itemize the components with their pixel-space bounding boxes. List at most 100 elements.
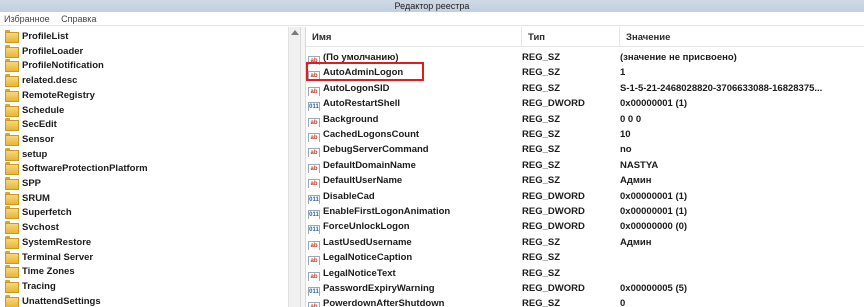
- column-header-value[interactable]: Значение: [620, 27, 864, 47]
- tree-item[interactable]: ProfileList: [4, 29, 68, 43]
- tree-item[interactable]: Time Zones: [4, 264, 75, 279]
- registry-value-row[interactable]: 011 ForceUnlockLogon REG_DWORD 0x00000000 (…: [306, 219, 864, 235]
- registry-value-row[interactable]: ab LegalNoticeCaption REG_SZ: [306, 250, 864, 266]
- registry-value-row[interactable]: 011 PasswordExpiryWarning REG_DWORD 0x00000…: [306, 281, 864, 296]
- tree-item-label: Sensor: [22, 133, 55, 145]
- registry-value-row[interactable]: ab CachedLogonsCount REG_SZ 10: [306, 127, 864, 142]
- value-name-cell: ab DefaultDomainName: [308, 158, 520, 173]
- value-type-cell: REG_SZ: [522, 267, 561, 279]
- folder-icon: [4, 294, 19, 307]
- dword-value-icon: 011: [308, 225, 320, 235]
- folder-icon: [4, 103, 19, 117]
- tree-item[interactable]: SecEdit: [4, 117, 57, 132]
- value-data-cell: 0x00000005 (5): [620, 283, 688, 294]
- registry-value-row[interactable]: 011 AutoRestartShell REG_DWORD 0x00000001 (…: [306, 96, 864, 112]
- value-name: DefaultUserName: [323, 175, 403, 187]
- value-name: Background: [323, 113, 379, 125]
- tree-item-label: ProfileNotification: [22, 60, 104, 72]
- value-name-cell: ab LegalNoticeCaption: [308, 250, 520, 266]
- tree-item[interactable]: Tracing: [4, 279, 56, 293]
- folder-icon: [4, 250, 19, 264]
- tree-item[interactable]: SoftwareProtectionPlatform: [4, 161, 148, 176]
- folder-icon: [4, 117, 19, 132]
- dword-value-icon: 011: [308, 194, 320, 204]
- folder-icon: [4, 44, 19, 58]
- value-name: DisableCad: [323, 190, 375, 202]
- menu-item-favorites[interactable]: Избранное: [4, 14, 50, 24]
- tree-item[interactable]: Schedule: [4, 103, 64, 117]
- tree-item[interactable]: ProfileNotification: [4, 58, 104, 73]
- window-title: Редактор реестра: [394, 1, 470, 11]
- value-name-cell: ab LegalNoticeText: [308, 266, 520, 281]
- value-data-cell: (значение не присвоено): [620, 52, 737, 63]
- registry-value-row[interactable]: ab LegalNoticeText REG_SZ: [306, 266, 864, 281]
- tree-item[interactable]: SPP: [4, 176, 41, 190]
- value-name-cell: 011 AutoRestartShell: [308, 96, 520, 112]
- tree-item[interactable]: Terminal Server: [4, 250, 93, 264]
- registry-key-tree[interactable]: ProfileList ProfileLoader ProfileNotificat…: [0, 27, 300, 307]
- tree-item[interactable]: SRUM: [4, 191, 50, 205]
- tree-item[interactable]: UnattendSettings: [4, 294, 101, 307]
- registry-value-row[interactable]: 011 EnableFirstLogonAnimation REG_DWORD 0x0…: [306, 204, 864, 219]
- folder-icon: [4, 29, 19, 43]
- value-name: DefaultDomainName: [323, 159, 416, 171]
- value-data-cell: no: [620, 144, 632, 156]
- registry-value-row[interactable]: ab Background REG_SZ 0 0 0: [306, 112, 864, 127]
- registry-value-row[interactable]: ab AutoLogonSID REG_SZ S-1-5-21-2468028820-…: [306, 81, 864, 96]
- value-name: EnableFirstLogonAnimation: [323, 206, 451, 217]
- menu-bar: Избранное Справка: [0, 12, 864, 26]
- tree-item-label: Schedule: [22, 104, 65, 116]
- folder-icon: [4, 161, 19, 176]
- value-data-cell: S-1-5-21-2468028820-3706633088-16828375.…: [620, 82, 823, 94]
- tree-item[interactable]: Superfetch: [4, 205, 72, 220]
- value-data-cell: 0x00000001 (1): [620, 206, 688, 217]
- tree-item[interactable]: Svchost: [4, 220, 59, 235]
- tree-item-label: SecEdit: [22, 119, 57, 131]
- value-type-cell: REG_DWORD: [522, 206, 585, 217]
- folder-icon: [4, 264, 19, 279]
- dword-value-icon: 011: [308, 287, 320, 296]
- registry-value-row[interactable]: ab DefaultUserName REG_SZ Админ: [306, 173, 864, 189]
- scroll-up-arrow-icon[interactable]: [291, 30, 299, 35]
- value-name-cell: 011 PasswordExpiryWarning: [308, 281, 520, 296]
- registry-value-row[interactable]: ab DefaultDomainName REG_SZ NASTYA: [306, 158, 864, 173]
- tree-item[interactable]: setup: [4, 147, 47, 161]
- value-type-cell: REG_SZ: [522, 113, 561, 125]
- tree-item[interactable]: ProfileLoader: [4, 44, 83, 58]
- tree-item-label: SRUM: [22, 192, 50, 204]
- dword-value-icon: 011: [308, 102, 320, 112]
- value-name-cell: ab Background: [308, 112, 520, 127]
- tree-item-label: UnattendSettings: [22, 295, 101, 307]
- menu-item-help[interactable]: Справка: [61, 14, 96, 24]
- value-data-cell: 0x00000000 (0): [620, 221, 688, 233]
- tree-item[interactable]: Sensor: [4, 132, 54, 146]
- tree-scrollbar[interactable]: [288, 27, 300, 307]
- column-header-name[interactable]: Имя: [306, 27, 522, 47]
- value-name: CachedLogonsCount: [323, 129, 420, 140]
- string-value-icon: ab: [308, 117, 320, 127]
- column-header-type[interactable]: Тип: [522, 27, 620, 47]
- value-data-cell: [620, 250, 864, 265]
- registry-value-row[interactable]: 011 DisableCad REG_DWORD 0x00000001 (1): [306, 189, 864, 204]
- value-name: LegalNoticeCaption: [323, 252, 413, 264]
- folder-icon: [4, 220, 19, 235]
- value-name: LastUsedUsername: [323, 236, 412, 248]
- value-name: LegalNoticeText: [323, 267, 396, 279]
- registry-value-row[interactable]: ab DebugServerCommand REG_SZ no: [306, 142, 864, 158]
- tree-item-label: Superfetch: [22, 207, 72, 219]
- value-type-cell: REG_DWORD: [522, 190, 585, 202]
- tree-item-label: SoftwareProtectionPlatform: [22, 163, 148, 175]
- tree-item[interactable]: SystemRestore: [4, 235, 91, 249]
- tree-item-label: Tracing: [22, 280, 56, 292]
- registry-value-row[interactable]: ab LastUsedUsername REG_SZ Админ: [306, 235, 864, 250]
- registry-value-row[interactable]: abPowerdownAfterShutdownREG_SZ0: [306, 296, 864, 307]
- window-titlebar: Редактор реестра: [0, 0, 864, 12]
- value-type-cell: REG_DWORD: [522, 283, 585, 294]
- tree-item[interactable]: RemoteRegistry: [4, 88, 95, 102]
- value-data-cell: 10: [620, 129, 631, 140]
- tree-item-label: Time Zones: [22, 266, 75, 278]
- value-data-cell: Админ: [620, 175, 652, 187]
- tree-item[interactable]: related.desc: [4, 73, 77, 88]
- value-type-cell: REG_SZ: [522, 298, 561, 307]
- column-header-row: Имя Тип Значение: [306, 27, 864, 47]
